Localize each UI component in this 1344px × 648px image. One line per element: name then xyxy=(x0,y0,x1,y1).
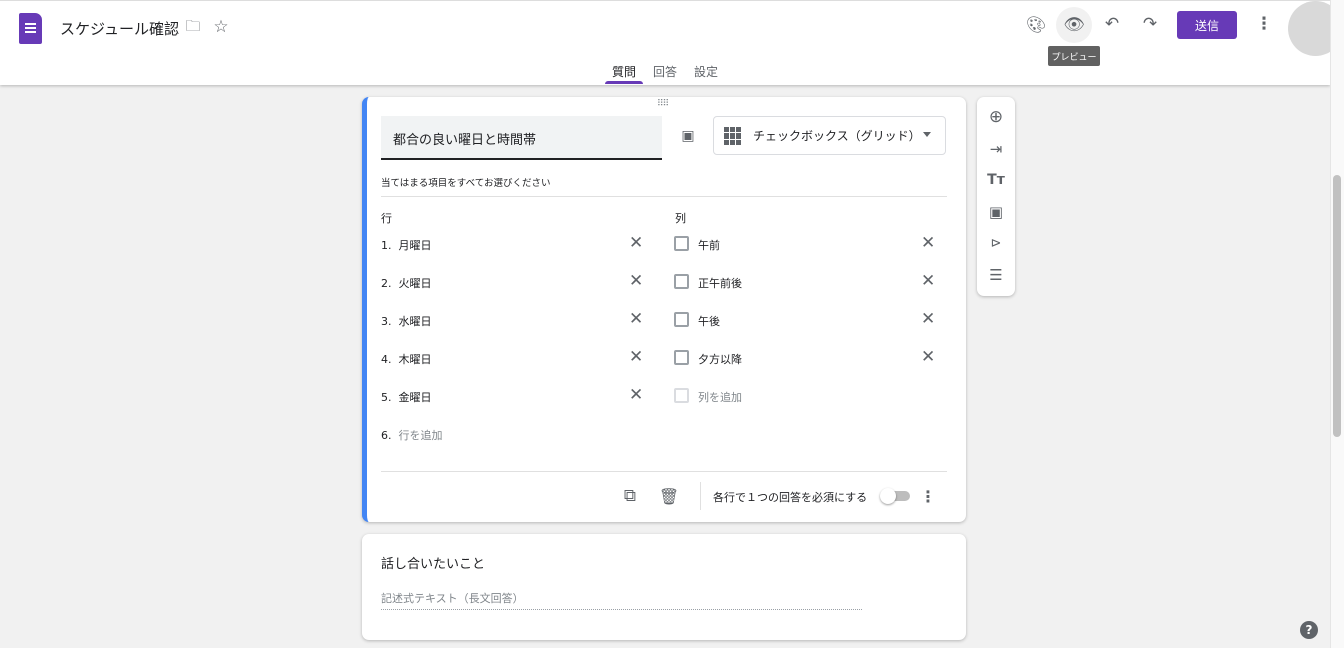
row-number: 1. xyxy=(381,239,392,252)
column-checkbox-icon xyxy=(674,236,689,251)
row-label: 月曜日 xyxy=(399,239,432,252)
column-checkbox-icon xyxy=(674,388,689,403)
remove-column-icon[interactable]: ✕ xyxy=(921,309,935,329)
column-label[interactable]: 午後 xyxy=(698,313,720,329)
tab-settings[interactable]: 設定 xyxy=(694,63,718,80)
remove-column-icon[interactable]: ✕ xyxy=(921,347,935,367)
forms-logo-icon[interactable] xyxy=(19,13,42,44)
column-checkbox-icon xyxy=(674,274,689,289)
row-item[interactable]: 2. 火曜日 xyxy=(381,275,432,291)
redo-icon[interactable]: ↷ xyxy=(1140,14,1160,34)
require-toggle[interactable] xyxy=(880,489,910,503)
add-column-label[interactable]: 列を追加 xyxy=(698,389,742,405)
delete-icon[interactable]: 🗑︎ xyxy=(659,486,679,506)
tab-questions[interactable]: 質問 xyxy=(612,63,636,80)
add-row-item[interactable]: 6. 行を追加 xyxy=(381,427,443,443)
footer-divider xyxy=(381,471,947,472)
form-title[interactable]: スケジュール確認 xyxy=(60,18,179,39)
more-options-icon[interactable]: ⋮ xyxy=(918,486,938,506)
question-description[interactable]: 当てはまる項目をすべてお選びください xyxy=(381,175,947,197)
question-type-select[interactable]: チェックボックス（グリッド） xyxy=(713,116,946,155)
question-card-paragraph[interactable] xyxy=(362,534,966,640)
add-image-icon[interactable]: ▣ xyxy=(679,127,697,145)
row-number: 2. xyxy=(381,277,392,290)
folder-icon[interactable]: 🗀 xyxy=(184,19,202,37)
drag-handle-icon[interactable]: ⠿⠿ xyxy=(657,99,668,109)
preview-eye-icon[interactable]: 👁︎ xyxy=(1056,7,1092,43)
question-2-title[interactable]: 話し合いたいこと xyxy=(381,553,485,572)
add-question-icon[interactable]: ⊕ xyxy=(986,107,1006,127)
row-label: 火曜日 xyxy=(399,277,432,290)
dropdown-arrow-icon xyxy=(923,132,931,141)
column-label[interactable]: 正午前後 xyxy=(698,275,742,291)
row-item[interactable]: 5. 金曜日 xyxy=(381,389,432,405)
row-number: 4. xyxy=(381,353,392,366)
column-label[interactable]: 夕方以降 xyxy=(698,351,742,367)
star-icon[interactable]: ☆ xyxy=(212,18,230,36)
remove-row-icon[interactable]: ✕ xyxy=(629,385,643,405)
add-section-icon[interactable]: ☰ xyxy=(986,265,1006,285)
column-checkbox-icon xyxy=(674,350,689,365)
add-image-icon[interactable]: ▣ xyxy=(986,202,1006,222)
grid-icon xyxy=(724,127,742,145)
scrollbar-thumb[interactable] xyxy=(1333,175,1341,437)
tab-responses[interactable]: 回答 xyxy=(653,63,677,80)
question-title-input[interactable]: 都合の良い曜日と時間帯 xyxy=(381,116,662,160)
add-row-label: 行を追加 xyxy=(399,429,443,442)
more-vert-icon[interactable]: ⋮ xyxy=(1254,14,1274,34)
remove-row-icon[interactable]: ✕ xyxy=(629,271,643,291)
active-tab-indicator xyxy=(605,81,643,84)
import-questions-icon[interactable]: ⇥ xyxy=(986,139,1006,159)
remove-column-icon[interactable]: ✕ xyxy=(921,271,935,291)
row-number: 3. xyxy=(381,315,392,328)
footer-separator xyxy=(700,482,701,510)
preview-tooltip: プレビュー xyxy=(1048,46,1100,66)
column-checkbox-icon xyxy=(674,312,689,327)
question-type-label: チェックボックス（グリッド） xyxy=(753,127,921,144)
require-one-per-row-label: 各行で１つの回答を必須にする xyxy=(713,489,867,505)
row-number: 5. xyxy=(381,391,392,404)
send-button[interactable]: 送信 xyxy=(1177,11,1237,39)
question-card-grid[interactable] xyxy=(362,97,966,522)
remove-row-icon[interactable]: ✕ xyxy=(629,309,643,329)
column-label[interactable]: 午前 xyxy=(698,237,720,253)
help-icon[interactable]: ? xyxy=(1300,621,1318,639)
row-label: 木曜日 xyxy=(399,353,432,366)
palette-icon[interactable]: 🎨︎ xyxy=(1026,14,1046,34)
remove-column-icon[interactable]: ✕ xyxy=(921,233,935,253)
rows-label: 行 xyxy=(381,210,392,226)
remove-row-icon[interactable]: ✕ xyxy=(629,233,643,253)
row-number: 6. xyxy=(381,429,392,442)
row-item[interactable]: 4. 木曜日 xyxy=(381,351,432,367)
duplicate-icon[interactable]: ⧉ xyxy=(620,486,640,506)
columns-label: 列 xyxy=(675,210,686,226)
row-label: 水曜日 xyxy=(399,315,432,328)
undo-icon[interactable]: ↶ xyxy=(1102,14,1122,34)
row-label: 金曜日 xyxy=(399,391,432,404)
row-item[interactable]: 1. 月曜日 xyxy=(381,237,432,253)
long-answer-placeholder: 記述式テキスト（長文回答） xyxy=(381,590,862,610)
row-item[interactable]: 3. 水曜日 xyxy=(381,313,432,329)
add-video-icon[interactable]: ⊳ xyxy=(986,233,1006,253)
add-title-text-icon[interactable]: Tт xyxy=(986,170,1006,190)
remove-row-icon[interactable]: ✕ xyxy=(629,347,643,367)
app-header: スケジュール確認 🗀 ☆ 🎨︎ 👁︎ ↶ ↷ 送信 ⋮ プレビュー 質問 回答 … xyxy=(0,0,1330,85)
